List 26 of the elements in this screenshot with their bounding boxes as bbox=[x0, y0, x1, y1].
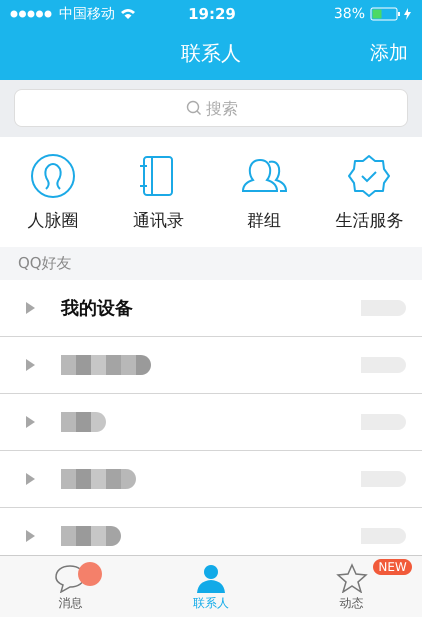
expand-arrow-icon bbox=[26, 302, 35, 314]
blurred-name bbox=[61, 526, 121, 546]
battery-percent: 38% bbox=[334, 6, 365, 22]
search-icon bbox=[186, 100, 202, 116]
signal-icon bbox=[10, 10, 54, 18]
tab[interactable]: 消息 bbox=[0, 556, 141, 617]
wifi-icon bbox=[120, 8, 136, 20]
person-icon bbox=[195, 563, 227, 593]
expand-arrow-icon bbox=[26, 530, 35, 542]
expand-arrow-icon bbox=[26, 416, 35, 428]
person-circle-icon bbox=[30, 152, 76, 198]
group-row[interactable]: 我的设备 bbox=[0, 280, 422, 337]
section-header: QQ好友 bbox=[0, 247, 422, 280]
new-badge: NEW bbox=[373, 559, 412, 575]
expand-arrow-icon bbox=[26, 473, 35, 485]
search-field[interactable]: 搜索 bbox=[14, 89, 408, 127]
expand-arrow-icon bbox=[26, 359, 35, 371]
check-badge-icon bbox=[346, 152, 392, 198]
carrier: 中国移动 bbox=[59, 4, 115, 22]
blurred-name bbox=[61, 412, 106, 432]
clock: 19:29 bbox=[188, 4, 236, 22]
tab[interactable]: 动态 NEW bbox=[281, 556, 422, 617]
screen-title: 联系人 bbox=[181, 40, 241, 67]
group-name: 我的设备 bbox=[61, 297, 133, 320]
star-icon bbox=[336, 563, 368, 593]
battery-icon bbox=[370, 6, 414, 20]
